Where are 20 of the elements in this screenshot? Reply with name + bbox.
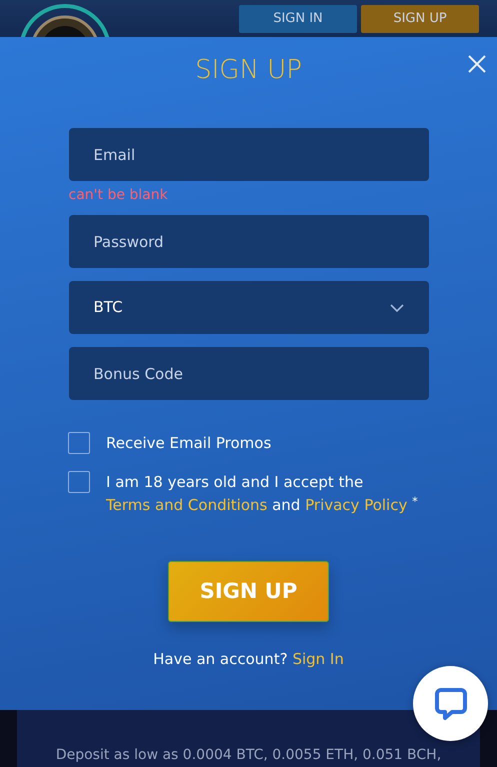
terms-link[interactable]: Terms and Conditions xyxy=(106,496,268,514)
deposit-info: Deposit as low as 0.0004 BTC, 0.0055 ETH, 0.051 BCH, xyxy=(54,746,442,764)
account-prompt: Have an account? xyxy=(153,650,288,668)
sign-in-button[interactable]: SIGN IN xyxy=(239,5,357,33)
terms-label: I am 18 years old and I accept the Terms and Conditions and Privacy Policy $^{*}$ xyxy=(106,472,418,516)
privacy-link[interactable]: Privacy Policy xyxy=(305,496,408,514)
error-message: can't be blank xyxy=(68,188,169,202)
checkbox[interactable] xyxy=(68,432,90,454)
checkbox[interactable] xyxy=(68,471,90,494)
modal-title: SIGN UP xyxy=(194,55,303,86)
input-field[interactable]: Bonus Code xyxy=(68,347,428,400)
sign-in-link[interactable]: Sign In xyxy=(292,650,344,668)
chat-icon xyxy=(434,686,468,720)
checkbox-label: Receive Email Promos xyxy=(106,433,272,454)
input-field[interactable]: Password xyxy=(68,215,428,268)
sign-up-button[interactable]: SIGN UP xyxy=(168,561,329,622)
sign-up-button[interactable]: SIGN UP xyxy=(361,5,479,33)
currency-select[interactable]: BTC xyxy=(68,281,428,334)
chevron-icon xyxy=(390,304,404,312)
input-field[interactable]: Email xyxy=(68,128,428,182)
